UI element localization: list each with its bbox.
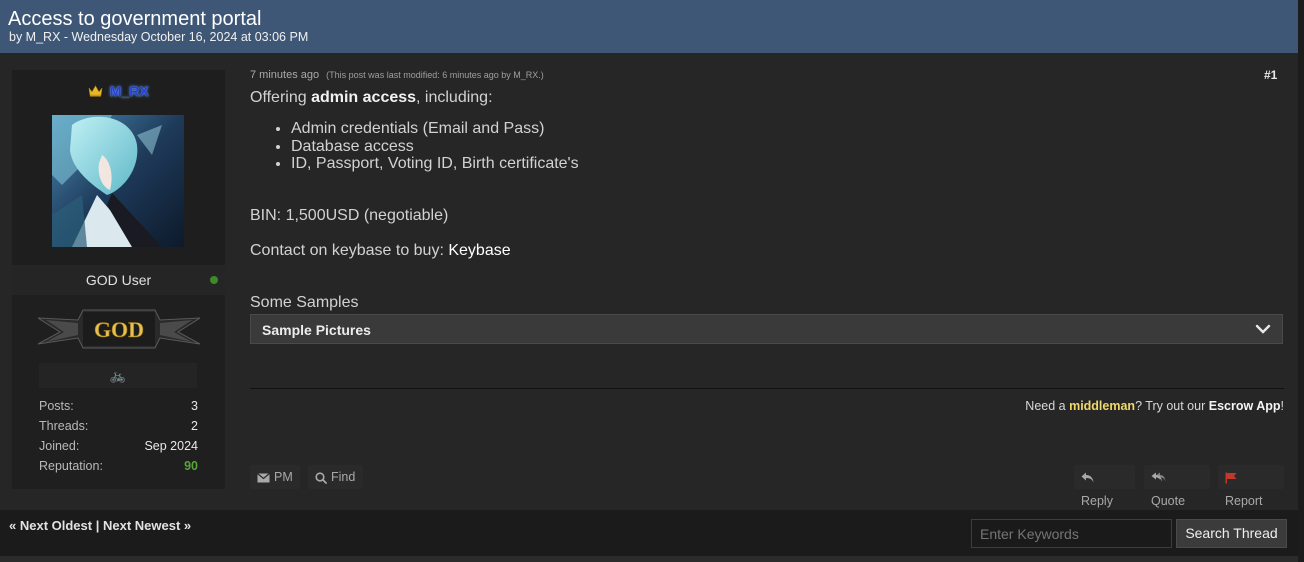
list-item: Database access — [291, 138, 579, 156]
post-price: BIN: 1,500USD (negotiable) — [250, 207, 449, 224]
username-link[interactable]: M_RX — [110, 83, 149, 99]
post-modified-note: (This post was last modified: 6 minutes … — [326, 70, 544, 80]
escrow-text-end: ! — [1280, 399, 1284, 413]
pm-label: PM — [274, 470, 293, 484]
contact-text: Contact on keybase to buy: — [250, 242, 449, 259]
avatar-image — [52, 115, 184, 247]
crown-icon — [89, 85, 103, 97]
user-stat-label: Reputation: — [39, 459, 103, 473]
escrow-text-mid: ? Try out our — [1135, 399, 1209, 413]
post-number-link[interactable]: #1 — [1264, 68, 1277, 82]
keybase-link[interactable]: Keybase — [448, 242, 510, 259]
user-stat-value[interactable]: 2 — [191, 419, 198, 433]
intro-text-end: , including: — [416, 89, 493, 106]
god-rank-banner: GOD — [36, 306, 202, 350]
user-stat-label: Threads: — [39, 419, 89, 433]
report-label: Report — [1225, 494, 1263, 508]
feature-list: Admin credentials (Email and Pass) Datab… — [272, 120, 579, 173]
list-item: ID, Passport, Voting ID, Birth certifica… — [291, 155, 579, 173]
samples-heading: Some Samples — [250, 294, 359, 311]
spoiler-toggle[interactable]: Sample Pictures — [250, 314, 1283, 344]
nav-separator: | — [95, 518, 100, 533]
user-rank-row: GOD User — [12, 265, 225, 295]
spoiler-label: Sample Pictures — [262, 322, 371, 338]
user-stats: Posts: 3 Threads: 2 Joined: Sep 2024 Reputatio… — [39, 399, 198, 479]
user-rank: GOD User — [85, 272, 152, 288]
next-oldest-link[interactable]: « Next Oldest — [9, 518, 92, 533]
post-time: 7 minutes ago — [250, 69, 320, 81]
user-panel: M_RX GOD User GOD 🚲 Posts: 3 Threads: 2 … — [12, 70, 225, 489]
user-stat-value: Sep 2024 — [144, 439, 198, 453]
user-stat-label: Posts: — [39, 399, 74, 413]
user-stat-row: Reputation: 90 — [39, 459, 198, 479]
escrow-middleman: middleman — [1069, 399, 1136, 413]
thread-header: Access to government portal by M_RX - We… — [0, 0, 1298, 53]
user-stat-label: Joined: — [39, 439, 80, 453]
thread-navigation: « Next Oldest | Next Newest » — [9, 518, 191, 533]
signature-escrow: Need a middleman? Try out our Escrow App… — [1025, 399, 1284, 413]
escrow-text: Need a — [1025, 399, 1070, 413]
next-newest-link[interactable]: Next Newest » — [103, 518, 191, 533]
reply-label: Reply — [1081, 494, 1113, 508]
list-item: Admin credentials (Email and Pass) — [291, 120, 579, 138]
user-stat-row: Posts: 3 — [39, 399, 198, 419]
chevron-down-icon — [1255, 324, 1271, 334]
username-row: M_RX — [12, 82, 225, 100]
escrow-app-link[interactable]: Escrow App — [1209, 399, 1281, 413]
report-button[interactable]: Report — [1218, 465, 1284, 508]
reply-icon — [1081, 472, 1094, 483]
thread-title: Access to government portal — [8, 8, 262, 30]
search-icon — [315, 472, 327, 484]
scrollbar[interactable] — [1298, 0, 1304, 562]
post-contact: Contact on keybase to buy: Keybase — [250, 242, 511, 260]
quote-icon — [1151, 472, 1166, 482]
user-stat-row: Threads: 2 — [39, 419, 198, 439]
intro-text: Offering — [250, 89, 312, 106]
quote-button[interactable]: Quote — [1144, 465, 1210, 508]
avatar[interactable] — [52, 115, 184, 247]
thread-footer: « Next Oldest | Next Newest » Search Thr… — [0, 510, 1298, 556]
award-box: 🚲 — [39, 363, 197, 388]
flag-icon — [1225, 472, 1237, 484]
online-status-icon — [210, 276, 218, 284]
reply-button[interactable]: Reply — [1074, 465, 1135, 508]
god-banner-text: GOD — [94, 317, 144, 342]
post-meta: 7 minutes ago (This post was last modifi… — [250, 69, 544, 81]
envelope-icon — [257, 472, 270, 483]
search-thread-button[interactable]: Search Thread — [1176, 519, 1287, 548]
pm-button[interactable]: PM — [250, 465, 300, 489]
intro-bold: admin access — [311, 89, 417, 106]
user-stat-row: Joined: Sep 2024 — [39, 439, 198, 459]
quote-label: Quote — [1151, 494, 1186, 508]
bottom-strip — [0, 556, 1298, 562]
user-stat-value: 90 — [184, 459, 198, 473]
post-intro: Offering admin access, including: — [250, 89, 493, 107]
find-label: Find — [331, 470, 356, 484]
award-icon[interactable]: 🚲 — [110, 368, 126, 383]
find-button[interactable]: Find — [308, 465, 363, 489]
user-stat-value[interactable]: 3 — [191, 399, 198, 413]
thread-byline: by M_RX - Wednesday October 16, 2024 at … — [9, 30, 309, 44]
search-input[interactable] — [971, 519, 1172, 548]
signature-divider — [250, 388, 1284, 389]
